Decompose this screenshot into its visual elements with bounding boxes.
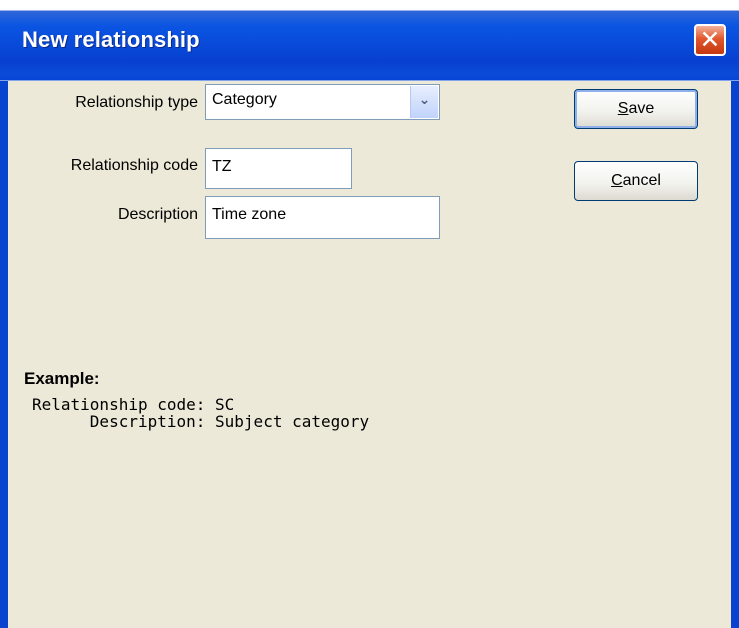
relationship-code-input[interactable]: TZ xyxy=(205,148,352,189)
cancel-mnemonic: C xyxy=(611,172,623,189)
window-frame-right xyxy=(731,81,739,628)
relationship-code-label: Relationship code xyxy=(70,157,198,174)
dialog-window: New relationship ✕ Relationship type Cat… xyxy=(0,0,739,628)
save-label-rest: ave xyxy=(628,100,655,117)
dropdown-arrow-button[interactable]: ⌄ xyxy=(410,86,438,118)
relationship-type-label: Relationship type xyxy=(75,94,198,111)
save-button[interactable]: Save xyxy=(574,89,698,129)
window-title: New relationship xyxy=(22,27,200,52)
description-input[interactable]: Time zone xyxy=(205,196,440,239)
window-frame-left xyxy=(0,81,8,628)
title-bar[interactable]: New relationship ✕ xyxy=(0,0,739,86)
chevron-down-icon: ⌄ xyxy=(418,92,431,108)
relationship-type-select[interactable]: Category ⌄ xyxy=(205,84,440,120)
description-label: Description xyxy=(117,206,198,223)
relationship-type-value: Category xyxy=(212,91,277,108)
example-line-description: Description: Subject category xyxy=(32,412,370,431)
close-button[interactable]: ✕ xyxy=(694,24,726,56)
cancel-label-rest: ancel xyxy=(622,172,661,189)
example-heading: Example: xyxy=(24,369,100,388)
close-icon: ✕ xyxy=(699,25,721,54)
save-mnemonic: S xyxy=(617,100,629,117)
dialog-body: Relationship type Category ⌄ Relationshi… xyxy=(8,81,731,628)
cancel-button[interactable]: Cancel xyxy=(574,161,698,201)
